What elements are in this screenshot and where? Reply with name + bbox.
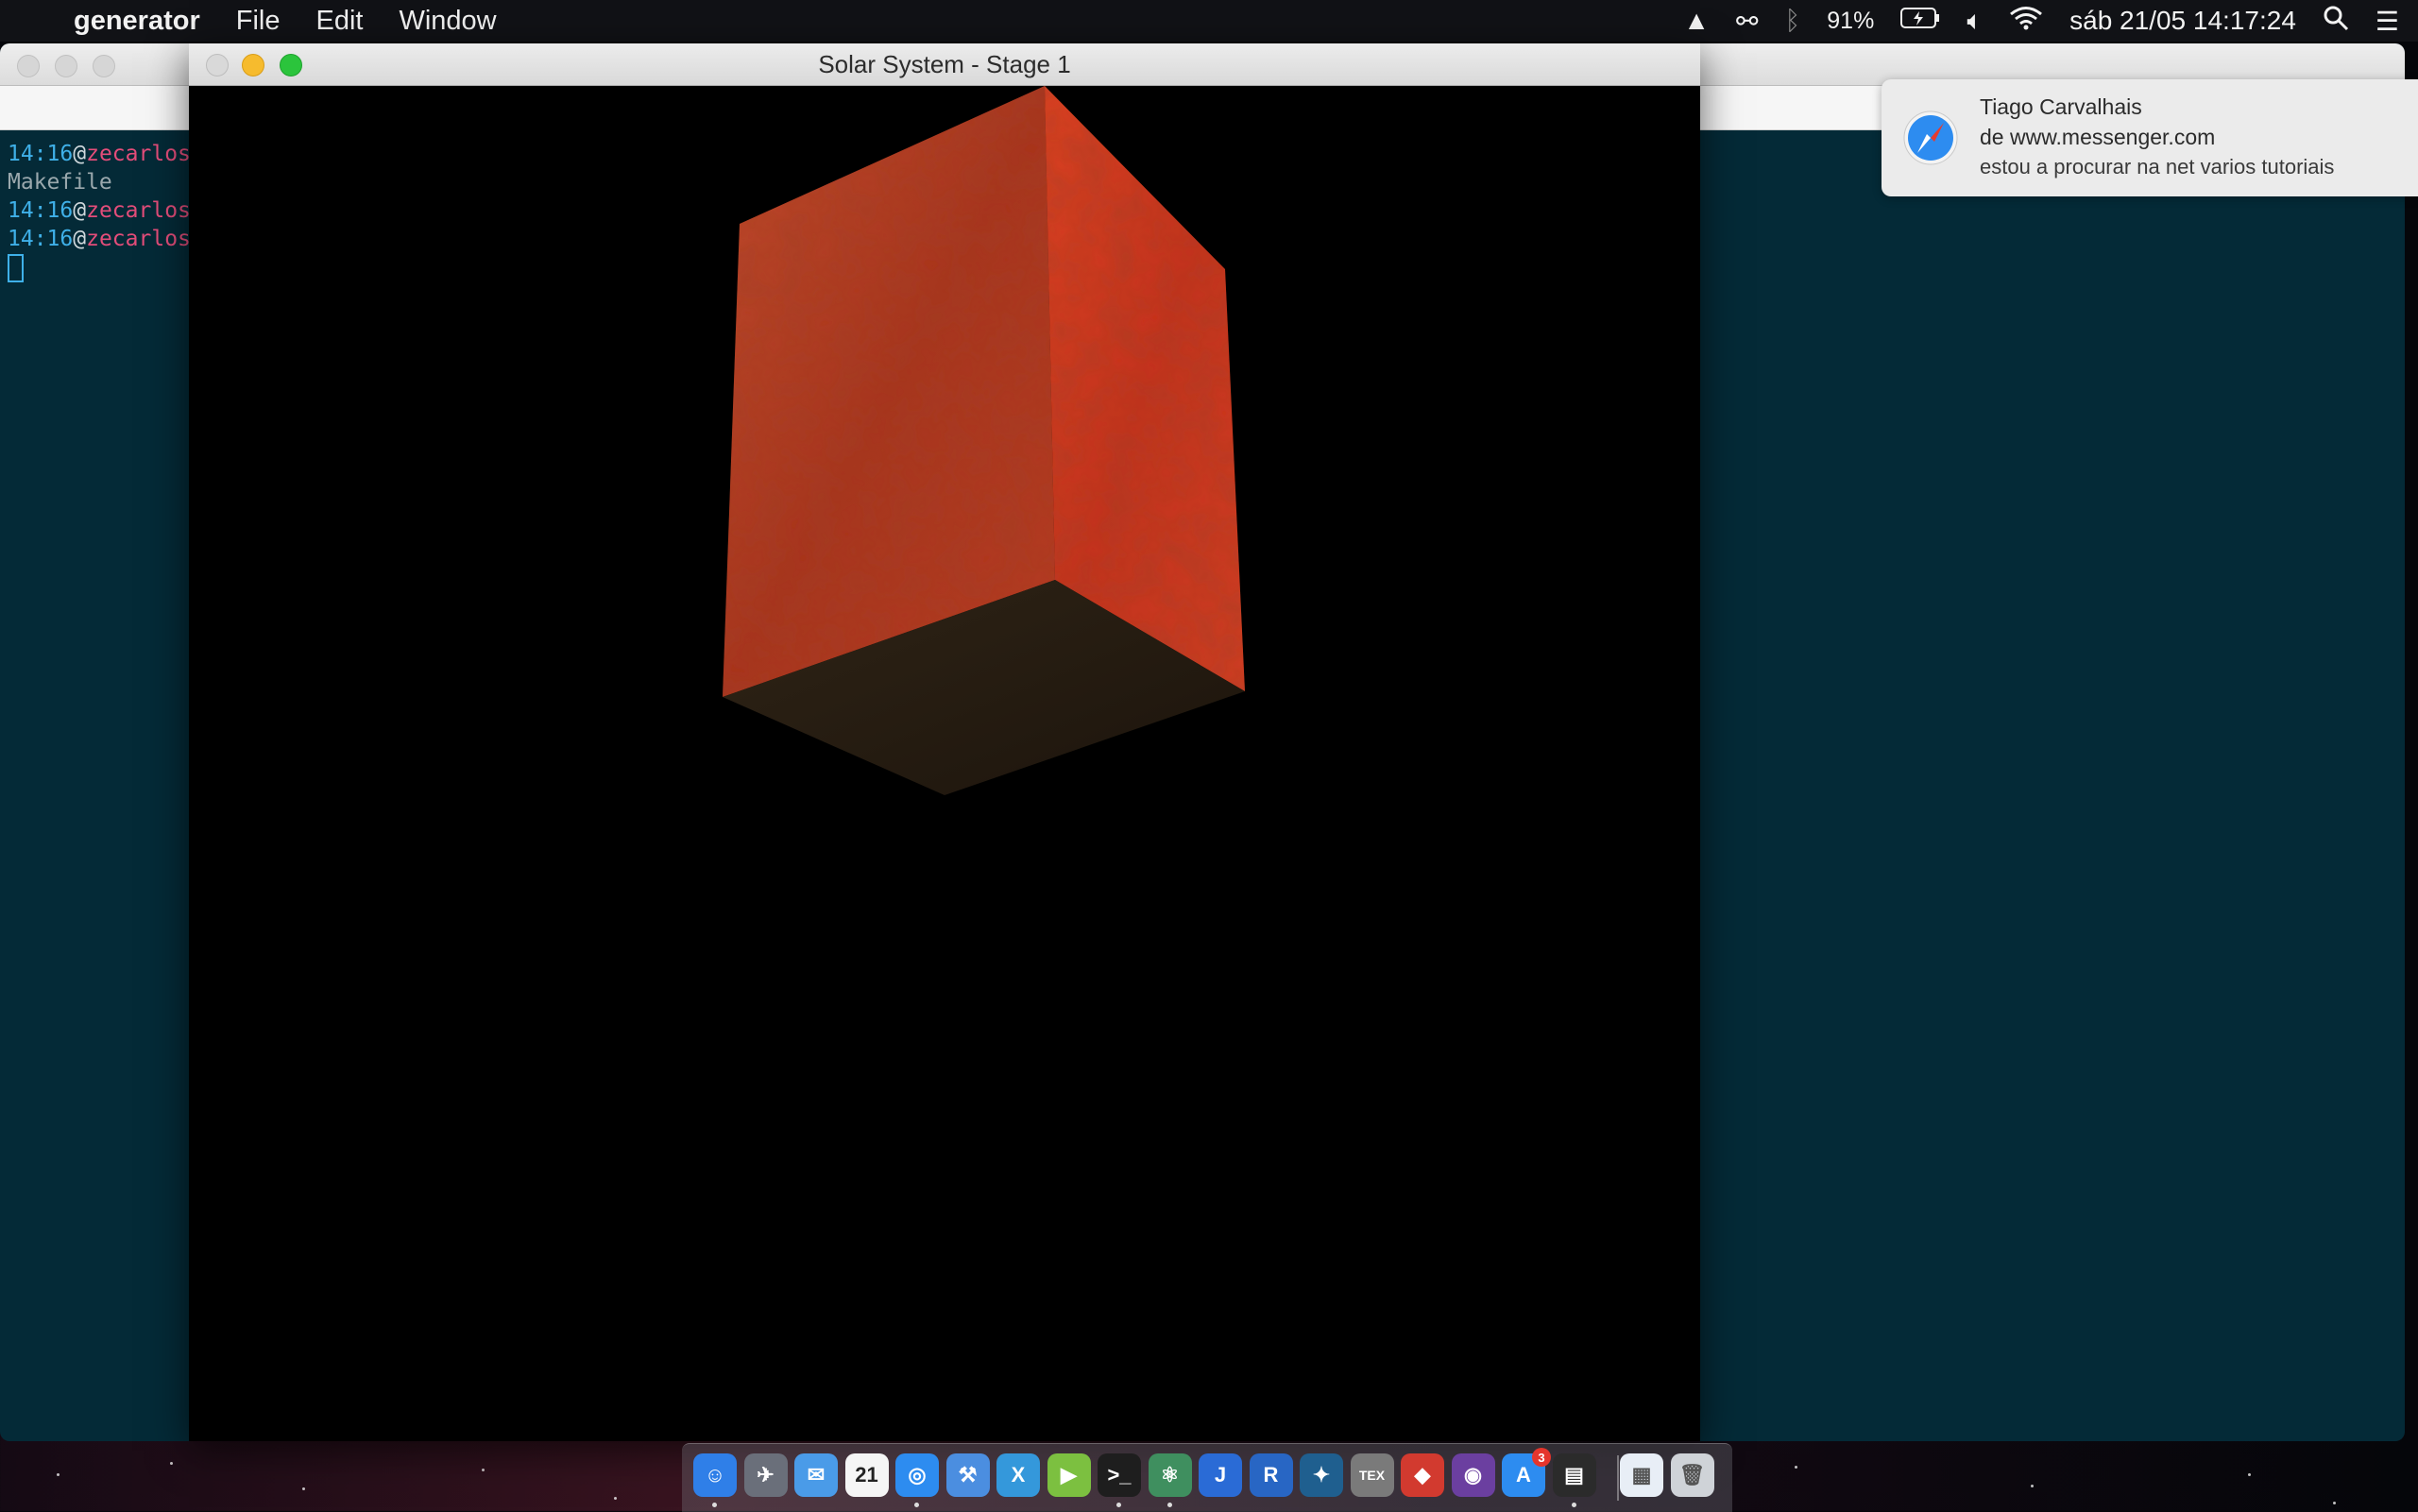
prompt-at: @ xyxy=(73,227,87,251)
output-text: Makefile xyxy=(8,170,112,195)
launchpad-icon[interactable]: ✈ xyxy=(743,1453,788,1497)
minimize-button[interactable] xyxy=(242,54,264,76)
atom-icon[interactable]: ⚛ xyxy=(1148,1453,1192,1497)
mail-icon[interactable]: ✉ xyxy=(794,1453,838,1497)
git-icon[interactable]: ◆ xyxy=(1401,1453,1444,1497)
menu-edit[interactable]: Edit xyxy=(316,6,364,37)
running-indicator xyxy=(914,1503,919,1507)
running-indicator xyxy=(1166,1503,1172,1507)
prompt-user: zecarlos xyxy=(86,198,191,223)
r-icon[interactable]: R xyxy=(1249,1453,1293,1497)
play-icon[interactable]: ▶ xyxy=(1047,1453,1091,1497)
menu-window[interactable]: Window xyxy=(399,6,496,37)
solar-titlebar[interactable]: Solar System - Stage 1 xyxy=(189,43,1700,86)
finder-icon[interactable]: ☺ xyxy=(693,1453,737,1497)
solar-system-window[interactable]: Solar System - Stage 1 xyxy=(189,43,1700,1441)
terminal-icon[interactable]: >_ xyxy=(1098,1453,1141,1497)
notification-banner[interactable]: Tiago Carvalhais de www.messenger.com es… xyxy=(1882,79,2418,196)
running-indicator xyxy=(712,1503,717,1507)
prompt-time: 14:16 xyxy=(8,142,74,166)
prompt-user: zecarlos xyxy=(86,142,191,166)
volume-icon[interactable]: 🔈︎ xyxy=(1967,6,1983,37)
dock: ☺ ✈ ✉ 21 ◎ ⚒ X ▶ >_ ⚛ J R ✦ TEX ◆ ◉ A 3 ▤ ▦ 🗑 xyxy=(682,1443,1732,1512)
xcode-icon[interactable]: ⚒ xyxy=(945,1453,990,1497)
prompt-at: @ xyxy=(73,142,87,166)
notification-subtitle: de www.messenger.com xyxy=(1980,125,2216,149)
appstore-icon[interactable]: A3 xyxy=(1502,1448,1551,1497)
app-menu[interactable]: generator xyxy=(74,6,200,37)
battery-percentage: 91% xyxy=(1827,7,1875,34)
safari-icon[interactable]: ◎ xyxy=(895,1453,939,1497)
window-title: Solar System - Stage 1 xyxy=(818,49,1071,78)
console-icon[interactable]: ▤ xyxy=(1552,1453,1596,1497)
mysql-icon[interactable]: ✦ xyxy=(1300,1453,1343,1497)
prompt-user: zecarlos xyxy=(86,227,191,251)
terminal-minimize-button[interactable] xyxy=(55,55,77,77)
glasses-icon[interactable]: ⚯ xyxy=(1736,6,1758,37)
terminal-cursor xyxy=(8,253,24,282)
prompt-at: @ xyxy=(73,198,87,223)
notification-body: estou a procurar na net varios tutoriais xyxy=(1980,155,2335,178)
wifi-icon[interactable] xyxy=(2009,6,2043,37)
intellij-icon[interactable]: J xyxy=(1199,1453,1242,1497)
close-button[interactable] xyxy=(206,54,229,76)
cube-render xyxy=(723,86,1245,795)
xamarin-icon[interactable]: X xyxy=(996,1453,1040,1497)
prompt-time: 14:16 xyxy=(8,198,74,223)
notification-center-icon[interactable]: ☰ xyxy=(2375,6,2399,37)
clock[interactable]: sáb 21/05 14:17:24 xyxy=(2069,6,2296,36)
running-indicator xyxy=(1116,1503,1121,1507)
tex-icon[interactable]: TEX xyxy=(1350,1453,1394,1497)
render-canvas[interactable] xyxy=(189,86,1700,1441)
dock-separator xyxy=(1617,1455,1619,1501)
terminal-close-button[interactable] xyxy=(17,55,40,77)
zoom-button[interactable] xyxy=(280,54,302,76)
spotlight-search-icon[interactable] xyxy=(2323,5,2349,38)
calendar-icon[interactable]: 21 xyxy=(844,1453,889,1497)
safari-icon xyxy=(1902,110,1959,166)
menu-file[interactable]: File xyxy=(236,6,281,37)
notification-badge: 3 xyxy=(1532,1448,1551,1467)
menu-bar: generator File Edit Window ▲ ⚯ ᛒ 91% 🔈︎ … xyxy=(0,0,2418,42)
trash-icon[interactable]: 🗑 xyxy=(1670,1453,1714,1497)
terminal-zoom-button[interactable] xyxy=(93,55,115,77)
github-icon[interactable]: ◉ xyxy=(1451,1453,1495,1497)
google-drive-icon[interactable]: ▲ xyxy=(1683,6,1710,36)
running-indicator xyxy=(1571,1503,1576,1507)
saver-icon[interactable]: ▦ xyxy=(1620,1453,1663,1497)
notification-title: Tiago Carvalhais xyxy=(1980,94,2142,119)
battery-icon[interactable] xyxy=(1900,6,1940,36)
bluetooth-icon[interactable]: ᛒ xyxy=(1784,6,1800,36)
prompt-time: 14:16 xyxy=(8,227,74,251)
